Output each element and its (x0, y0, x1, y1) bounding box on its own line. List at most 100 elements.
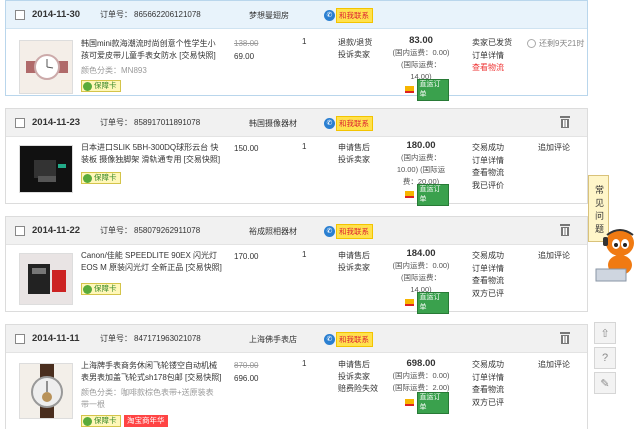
after-sale-link[interactable]: 申请售后 (338, 250, 370, 262)
promo-badge[interactable]: 淘宝商年华 (124, 415, 168, 427)
order-body: Canon/佳能 SPEEDLITE 90EX 闪光灯 EOS M 原装闪光灯 … (6, 245, 587, 314)
help-icon[interactable]: ? (594, 347, 616, 369)
chat-icon: ✆ (324, 10, 335, 21)
product-thumbnail[interactable] (19, 145, 73, 193)
order-number-label: 订单号： (100, 10, 132, 19)
order-header: 2014-11-11 订单号： 847171963021078 上海佛手表店 ✆… (6, 325, 587, 353)
order-date: 2014-11-30 (32, 9, 81, 20)
total-cell: 180.00 (国内运费： 10.00) (国际运 费：20.00) (396, 140, 446, 186)
direct-order-tag: 直运订单 (405, 78, 449, 101)
both-rated-link[interactable]: 双方已评 (472, 288, 504, 301)
view-logistics-link[interactable]: 查看物流 (472, 384, 504, 397)
after-sale-link[interactable]: 申请售后 (338, 359, 378, 371)
complain-link[interactable]: 投诉卖家 (338, 49, 372, 61)
order-detail-link[interactable]: 订单详情 (472, 50, 512, 63)
status-cell: 卖家已发货 订单详情 查看物流 (472, 37, 512, 75)
append-review-link[interactable]: 追加评论 (538, 359, 570, 370)
rated-link[interactable]: 我已评价 (472, 180, 504, 193)
product-title[interactable]: 上海牌手表商务休闲飞轮镂空自动机械表男表加盖飞轮式sh178包邮 [交易快照] (81, 360, 222, 384)
price-cell: 170.00 (234, 250, 258, 263)
complain-link[interactable]: 投诉卖家 (338, 371, 378, 383)
guarantee-badge[interactable]: 保障卡 (81, 415, 121, 427)
total-price: 184.00 (406, 248, 436, 259)
shop-name[interactable]: 韩国摄像器材 (249, 118, 297, 129)
mascot-icon[interactable] (594, 225, 640, 283)
trash-icon[interactable] (560, 116, 570, 128)
shop-name[interactable]: 裕成照相器材 (249, 226, 297, 237)
unit-price: 150.00 (234, 144, 259, 153)
product-thumbnail[interactable] (19, 253, 73, 305)
direct-order-tag: 直运订单 (405, 291, 449, 314)
price-cell: 138.00 69.00 (234, 37, 258, 63)
order-checkbox[interactable] (15, 9, 25, 20)
product-title[interactable]: 韩国mini款海潮流时尚创意个性学生小孩可爱皮带儿童手表女防水 [交易快照] (81, 38, 222, 62)
chat-icon: ✆ (324, 226, 335, 237)
service-links: 申请售后 投诉卖家 (338, 250, 370, 274)
contact-seller-button[interactable]: ✆ 和我联系 (324, 224, 373, 239)
order-checkbox[interactable] (15, 225, 25, 236)
service-links: 申请售后 投诉卖家 (338, 142, 370, 166)
trash-icon[interactable] (560, 332, 570, 344)
chat-icon: ✆ (324, 118, 335, 129)
order-number: 858917011891078 (134, 118, 201, 127)
flag-icon (405, 299, 414, 306)
order-detail-link[interactable]: 订单详情 (472, 263, 504, 276)
order-number: 865662206121078 (134, 10, 201, 19)
append-review-link[interactable]: 追加评论 (538, 250, 570, 261)
complain-link[interactable]: 投诉卖家 (338, 154, 370, 166)
unit-price: 696.00 (234, 374, 259, 383)
order-header: 2014-11-22 订单号： 858079262911078 裕成照相器材 ✆… (6, 217, 587, 245)
edit-icon[interactable]: ✎ (594, 372, 616, 394)
order-detail-link[interactable]: 订单详情 (472, 155, 504, 168)
quantity: 1 (302, 37, 307, 46)
append-review-link[interactable]: 追加评论 (538, 142, 570, 153)
original-price: 870.00 (234, 361, 259, 370)
trash-icon[interactable] (560, 224, 570, 236)
shop-name[interactable]: 上海佛手表店 (249, 334, 297, 345)
order-date: 2014-11-11 (32, 333, 80, 344)
guarantee-badge[interactable]: 保障卡 (81, 283, 121, 295)
price-cell: 870.00 696.00 (234, 359, 258, 385)
contact-seller-button[interactable]: ✆ 和我联系 (324, 332, 373, 347)
back-to-top-icon[interactable]: ⇧ (594, 322, 616, 344)
order-list: 2014-11-30 订单号： 865662206121078 梦想曼翅房 ✆ … (5, 0, 588, 429)
product-thumbnail[interactable] (19, 40, 73, 94)
clock-icon (527, 39, 536, 48)
product-thumbnail[interactable] (19, 363, 73, 419)
order-checkbox[interactable] (15, 117, 25, 128)
complain-link[interactable]: 投诉卖家 (338, 262, 370, 274)
view-logistics-link[interactable]: 查看物流 (472, 62, 512, 75)
contact-seller-button[interactable]: ✆ 和我联系 (324, 116, 373, 131)
guarantee-icon (83, 81, 92, 91)
status-cell: 交易成功 订单详情 查看物流 双方已评 (472, 250, 504, 300)
refund-link[interactable]: 退款/退货 (338, 37, 372, 49)
order-body: 上海牌手表商务休闲飞轮镂空自动机械表男表加盖飞轮式sh178包邮 [交易快照] … (6, 353, 587, 429)
product-title[interactable]: Canon/佳能 SPEEDLITE 90EX 闪光灯 EOS M 原装闪光灯 … (81, 250, 222, 274)
view-logistics-link[interactable]: 查看物流 (472, 167, 504, 180)
flag-icon (405, 86, 414, 93)
order-number: 858079262911078 (134, 226, 201, 235)
shop-name[interactable]: 梦想曼翅房 (249, 10, 289, 21)
order-status: 交易成功 (472, 360, 504, 369)
guarantee-badge[interactable]: 保障卡 (81, 172, 121, 184)
order-checkbox[interactable] (15, 333, 25, 344)
total-price: 698.00 (406, 358, 436, 369)
product-spec: 颜色分类：MN893 (81, 66, 147, 75)
quantity: 1 (302, 142, 307, 151)
order-status: 交易成功 (472, 251, 504, 260)
after-sale-link[interactable]: 申请售后 (338, 142, 370, 154)
product-title[interactable]: 日本进口SLIK 5BH-300DQ球形云台 快装板 摄像独脚架 滑轨通专用 [… (81, 142, 222, 166)
unit-price: 69.00 (234, 52, 255, 61)
service-links: 申请售后 投诉卖家 赔费险失效 (338, 359, 378, 395)
order-header: 2014-11-23 订单号： 858917011891078 韩国摄像器材 ✆… (6, 109, 587, 137)
order-body: 日本进口SLIK 5BH-300DQ球形云台 快装板 摄像独脚架 滑轨通专用 [… (6, 137, 587, 206)
guarantee-badge[interactable]: 保障卡 (81, 80, 121, 92)
view-logistics-link[interactable]: 查看物流 (472, 275, 504, 288)
order-detail-link[interactable]: 订单详情 (472, 372, 504, 385)
direct-order-tag: 直运订单 (405, 391, 449, 414)
product-spec: 颜色分类：咖啡款棕色表带+送原装表带一根 (81, 388, 214, 409)
both-rated-link[interactable]: 双方已评 (472, 397, 504, 410)
order-number-label: 订单号： (100, 226, 132, 235)
contact-seller-button[interactable]: ✆ 和我联系 (324, 8, 373, 23)
total-cell: 184.00 (国内运费：0.00) (国际运费： 14.00) (392, 248, 450, 294)
